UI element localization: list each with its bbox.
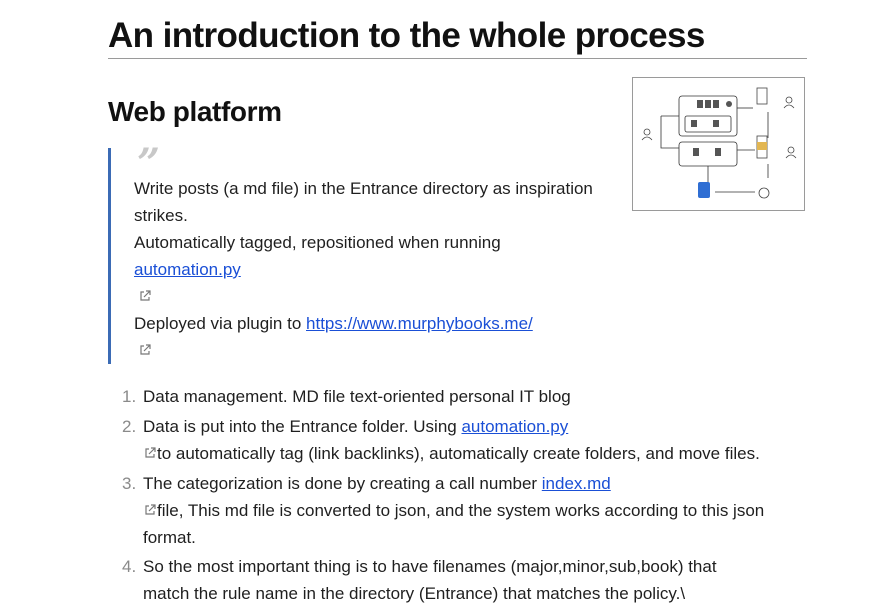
- list-number: 1.: [122, 387, 137, 406]
- automation-link[interactable]: automation.py: [461, 417, 568, 436]
- diagram-graphic: [641, 87, 797, 199]
- quote-line: Write posts (a md file) in the Entrance …: [134, 179, 593, 198]
- list-text-prefix: Data is put into the Entrance folder. Us…: [143, 417, 462, 436]
- quote-line: Automatically tagged, repositioned when …: [134, 233, 501, 252]
- list-text-prefix: The categorization is done by creating a…: [143, 474, 542, 493]
- list-text: Data management. MD file text-oriented p…: [143, 387, 571, 406]
- list-number: 2.: [122, 417, 137, 436]
- workflow-diagram-image[interactable]: [632, 77, 805, 211]
- page-title: An introduction to the whole process: [108, 16, 705, 55]
- external-link-icon[interactable]: [138, 343, 152, 357]
- list-text: Data is put into the Entrance folder. Us…: [143, 413, 568, 440]
- list-number: 4.: [122, 557, 137, 576]
- quote-line: strikes.: [134, 206, 188, 225]
- section-heading: Web platform: [108, 96, 282, 127]
- list-text: file, This md file is converted to json,…: [143, 497, 764, 524]
- quote-text: Deployed via plugin to: [134, 314, 307, 333]
- external-link-icon[interactable]: [138, 289, 152, 303]
- list-text: match the rule name in the directory (En…: [143, 584, 686, 603]
- index-md-link[interactable]: index.md: [542, 474, 611, 493]
- blockquote: ” Write posts (a md file) in the Entranc…: [108, 144, 628, 364]
- title-divider: [108, 58, 807, 59]
- list-text-continuation: to automatically tag (link backlinks), a…: [157, 444, 760, 463]
- list-text: The categorization is done by creating a…: [143, 470, 611, 497]
- quote-line: Deployed via plugin to https://www.murph…: [134, 310, 533, 337]
- list-text: to automatically tag (link backlinks), a…: [143, 440, 760, 467]
- external-link-icon[interactable]: [143, 503, 157, 517]
- list-text: format.: [143, 528, 196, 547]
- quote-line: automation.py: [134, 256, 241, 283]
- list-text-continuation: file, This md file is converted to json,…: [157, 501, 765, 520]
- list-text: So the most important thing is to have f…: [143, 557, 717, 576]
- automation-link[interactable]: automation.py: [134, 260, 241, 279]
- external-link-icon[interactable]: [143, 446, 157, 460]
- list-number: 3.: [122, 474, 137, 493]
- blog-url-link[interactable]: https://www.murphybooks.me/: [306, 314, 533, 333]
